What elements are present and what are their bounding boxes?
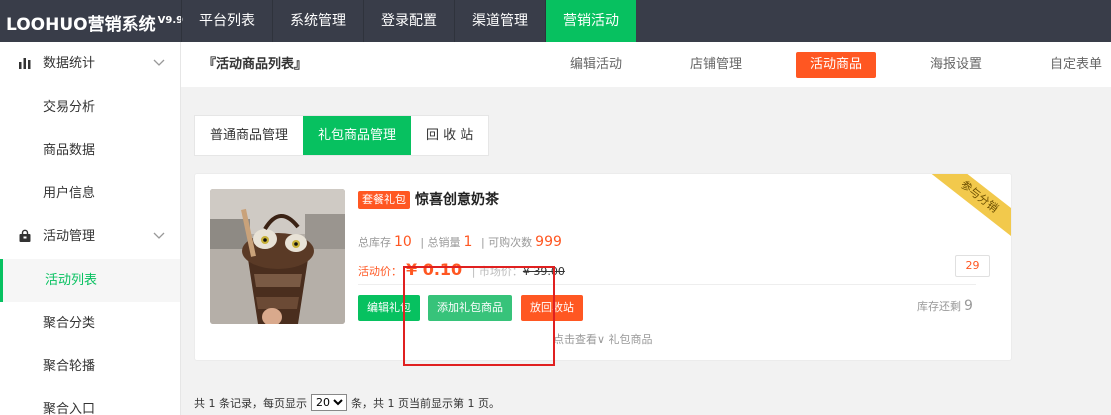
top-bar: LOOHUO营销系统 V9.9 平台列表 系统管理 登录配置 渠道管理 营销活动 xyxy=(0,0,1111,42)
sidebar-item-trade-analysis[interactable]: 交易分析 xyxy=(0,86,180,129)
highlight-box xyxy=(403,266,555,366)
top-nav-system-management[interactable]: 系统管理 xyxy=(272,0,363,42)
pagination: 共 1 条记录，每页显示 20 条，共 1 页当前显示第 1 页。 xyxy=(194,394,500,411)
sidebar: 数据统计 交易分析 商品数据 用户信息 活动管理 活动列表 聚合分类 聚合轮播 … xyxy=(0,42,181,415)
buy-times-label: | 可购次数 xyxy=(480,236,533,249)
sidebar-item-aggregate-entry[interactable]: 聚合入口 xyxy=(0,388,180,415)
chevron-down-icon xyxy=(153,59,165,66)
sidebar-item-user-info[interactable]: 用户信息 xyxy=(0,172,180,215)
sidebar-item-aggregate-category[interactable]: 聚合分类 xyxy=(0,302,180,345)
milk-tea-image xyxy=(210,189,345,324)
app-version: V9.9 xyxy=(157,15,184,26)
tab-gift-products[interactable]: 礼包商品管理 xyxy=(303,116,412,155)
count-box[interactable]: 29 xyxy=(955,255,990,277)
app-logo-text: LOOHUO营销系统 xyxy=(6,15,156,35)
sub-nav-custom-form[interactable]: 自定表单 xyxy=(1036,52,1111,78)
product-name: 惊喜创意奶茶 xyxy=(415,192,499,208)
chevron-down-icon xyxy=(153,232,165,239)
app-logo: LOOHUO营销系统 V9.9 xyxy=(0,0,184,42)
product-tabs: 普通商品管理 礼包商品管理 回 收 站 xyxy=(194,115,490,156)
gift-package-badge: 套餐礼包 xyxy=(358,191,410,209)
top-nav-platform-list[interactable]: 平台列表 xyxy=(181,0,272,42)
sales-value: 1 xyxy=(463,234,473,250)
sidebar-group-label: 活动管理 xyxy=(43,229,96,244)
main-header: 『活动商品列表』 编辑活动 店铺管理 活动商品 海报设置 自定表单 xyxy=(181,42,1111,87)
sidebar-item-activity-list[interactable]: 活动列表 xyxy=(0,259,180,302)
product-image[interactable] xyxy=(210,189,345,324)
pager-prefix: 共 1 条记录，每页显示 xyxy=(194,396,307,410)
pager-suffix: 条，共 1 页当前显示第 1 页。 xyxy=(351,396,500,410)
page-size-select[interactable]: 20 xyxy=(311,394,347,411)
sales-label: | 总销量 xyxy=(420,236,461,249)
view-gift-products-link[interactable]: 点击查看∨ 礼包商品 xyxy=(553,331,653,347)
top-nav-login-config[interactable]: 登录配置 xyxy=(363,0,454,42)
stock-value: 10 xyxy=(394,234,412,250)
stock-label: 总库存 xyxy=(358,236,391,249)
product-card: 参与分销 套餐礼包 惊喜创意奶茶 总库存 10 | 总销量 1 | 可购次数 999 … xyxy=(194,173,1012,361)
page-title: 『活动商品列表』 xyxy=(203,57,308,72)
sub-nav-poster-settings[interactable]: 海报设置 xyxy=(916,52,996,78)
sub-nav-edit-activity[interactable]: 编辑活动 xyxy=(556,52,636,78)
bag-icon xyxy=(19,229,31,242)
top-nav: 平台列表 系统管理 登录配置 渠道管理 营销活动 xyxy=(181,0,636,42)
stock-remaining-label: 库存还剩 xyxy=(917,300,961,313)
sidebar-group-activity-management[interactable]: 活动管理 xyxy=(0,215,180,259)
buy-times-value: 999 xyxy=(535,234,562,250)
stock-remaining: 库存还剩 9 xyxy=(917,298,973,314)
tab-normal-products[interactable]: 普通商品管理 xyxy=(195,116,303,155)
activity-price-label: 活动价： xyxy=(358,265,402,278)
sub-nav-shop-management[interactable]: 店铺管理 xyxy=(676,52,756,78)
top-nav-marketing-activity[interactable]: 营销活动 xyxy=(545,0,636,42)
distribution-ribbon: 参与分销 xyxy=(917,174,1011,249)
stock-remaining-value: 9 xyxy=(964,298,973,314)
top-nav-channel-management[interactable]: 渠道管理 xyxy=(454,0,545,42)
tab-recycle-bin[interactable]: 回 收 站 xyxy=(411,116,488,155)
bar-chart-icon xyxy=(19,58,31,69)
sidebar-item-product-data[interactable]: 商品数据 xyxy=(0,129,180,172)
sub-nav-activity-products[interactable]: 活动商品 xyxy=(796,52,876,78)
sidebar-group-data-stats[interactable]: 数据统计 xyxy=(0,42,180,86)
product-stats: 总库存 10 | 总销量 1 | 可购次数 999 xyxy=(358,234,567,250)
sidebar-item-aggregate-carousel[interactable]: 聚合轮播 xyxy=(0,345,180,388)
sidebar-group-label: 数据统计 xyxy=(43,56,96,71)
sub-nav: 编辑活动 店铺管理 活动商品 海报设置 自定表单 xyxy=(556,52,1111,78)
